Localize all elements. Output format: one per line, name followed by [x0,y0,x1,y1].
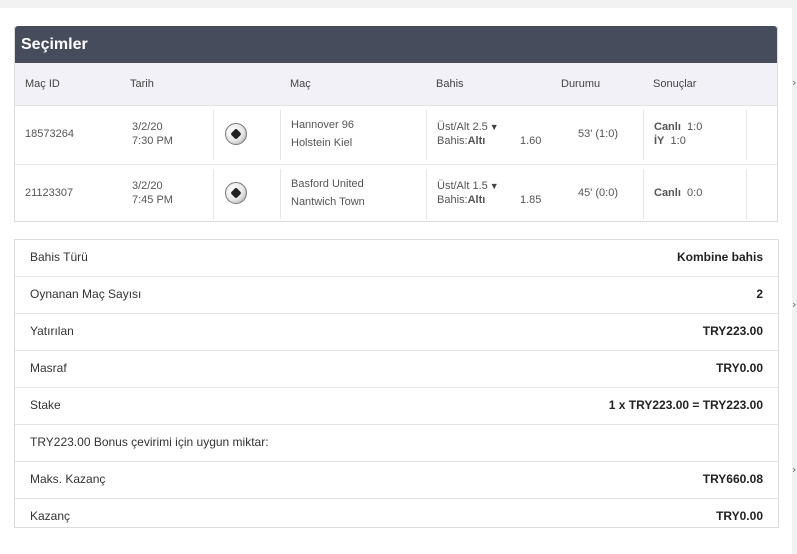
match-date: 3/2/20 [132,121,163,133]
soccer-ball-icon [225,182,247,204]
result-live-label: Canlı [654,121,681,133]
summary-row-fee: Masraf TRY0.00 [15,350,778,387]
summary-label: Stake [30,398,61,412]
selections-column-headers: Maç ID Tarih Maç Bahis Durumu Sonuçlar [15,63,777,105]
away-team: Holstein Kiel [291,137,353,149]
summary-row-deposited: Yatırılan TRY223.00 [15,313,778,350]
caret-down-icon: ▼ [489,122,499,132]
bet-selection: Bahis:Altı [437,194,485,206]
selections-panel: Seçimler Maç ID Tarih Maç Bahis Durumu S… [14,26,778,222]
match-status: 45' (0:0) [578,187,619,199]
summary-row-bonus-eligible: TRY223.00 Bonus çevirimi için uygun mikt… [15,424,778,461]
column-status: Durumu [561,78,601,90]
summary-label: Bahis Türü [30,250,88,264]
summary-label: Maks. Kazanç [30,472,106,486]
summary-row-max-win: Maks. Kazanç TRY660.08 [15,461,778,498]
bet-selection-value: Altı [467,194,486,206]
edge-marker-icon: › [792,76,797,89]
summary-value: TRY223.00 [702,324,763,338]
match-time: 7:30 PM [132,135,173,147]
home-team: Hannover 96 [291,119,354,131]
result-halftime: İY 1:0 [654,135,686,147]
summary-value: 1 x TRY223.00 = TRY223.00 [608,398,763,412]
bet-odds: 1.60 [520,135,542,147]
edge-marker-icon: › [792,463,797,476]
summary-row-winnings: Kazanç TRY0.00 [15,498,778,535]
edge-marker-icon: › [792,298,797,311]
summary-value: Kombine bahis [676,250,763,264]
bet-summary-panel: Bahis Türü Kombine bahis Oynanan Maç Say… [14,239,779,528]
match-id: 21123307 [25,187,74,199]
match-status: 53' (1:0) [578,128,619,140]
bet-market-label: Üst/Alt 1.5 [437,180,488,192]
summary-value: TRY0.00 [716,361,763,375]
summary-label: Yatırılan [30,324,74,338]
column-bet: Bahis [436,78,464,90]
result-live: Canlı 0:0 [654,187,702,199]
summary-value: TRY0.00 [716,509,763,523]
selection-row: 21123307 3/2/20 7:45 PM Basford United N… [15,164,777,223]
selection-row: 18573264 3/2/20 7:30 PM Hannover 96 Hols… [15,105,777,164]
summary-label: TRY223.00 Bonus çevirimi için uygun mikt… [30,435,269,449]
summary-label: Oynanan Maç Sayısı [30,287,142,301]
column-results: Sonuçlar [653,78,697,90]
bet-selection: Bahis:Altı [437,135,485,147]
bet-odds: 1.85 [520,194,542,206]
bet-selection-value: Altı [467,135,486,147]
summary-label: Kazanç [30,509,71,523]
bet-selection-label: Bahis: [437,135,468,147]
match-time: 7:45 PM [132,194,173,206]
result-live: Canlı 1:0 [654,121,702,133]
result-live-value: 0:0 [687,187,703,199]
summary-row-stake: Stake 1 x TRY223.00 = TRY223.00 [15,387,778,424]
column-date: Tarih [130,78,154,90]
soccer-ball-icon [225,123,247,145]
caret-down-icon: ▼ [489,181,499,191]
column-match: Maç [290,78,311,90]
match-date: 3/2/20 [132,180,163,192]
summary-row-bet-type: Bahis Türü Kombine bahis [15,240,778,276]
home-team: Basford United [291,178,364,190]
column-match-id: Maç ID [25,78,60,90]
summary-value: TRY660.08 [702,472,763,486]
result-live-label: Canlı [654,187,681,199]
bet-market[interactable]: Üst/Alt 2.5 ▼ [437,121,499,133]
bet-market[interactable]: Üst/Alt 1.5 ▼ [437,180,499,192]
summary-row-match-count: Oynanan Maç Sayısı 2 [15,276,778,313]
bet-selection-label: Bahis: [437,194,468,206]
result-halftime-value: 1:0 [670,135,686,147]
match-id: 18573264 [25,128,74,140]
summary-value: 2 [756,287,763,301]
result-halftime-label: İY [654,135,665,147]
away-team: Nantwich Town [291,196,365,208]
selections-title: Seçimler [15,26,777,63]
summary-label: Masraf [30,361,67,375]
result-live-value: 1:0 [687,121,703,133]
bet-market-label: Üst/Alt 2.5 [437,121,488,133]
